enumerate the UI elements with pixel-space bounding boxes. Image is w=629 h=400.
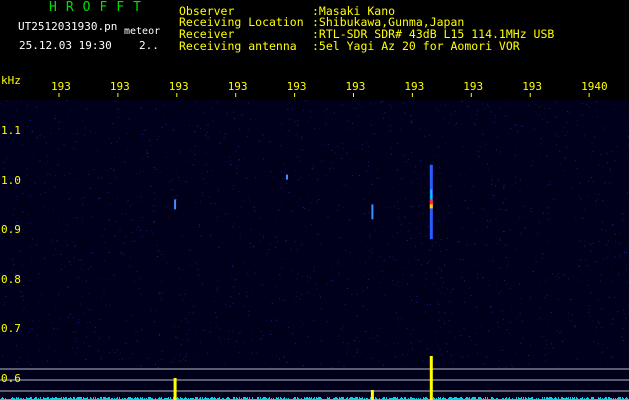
echo-peak-yellow [429, 204, 433, 209]
x-tick-label: 193 [404, 80, 425, 93]
x-tick-label: 193 [227, 80, 248, 93]
antenna-value: :5el Yagi Az 20 for Aomori VOR [312, 39, 520, 53]
x-tick-label: 193 [345, 80, 366, 93]
x-tick-label: 1940 [581, 80, 608, 93]
mode-label: meteor [124, 26, 161, 37]
echo-2 [285, 174, 288, 180]
echo-3 [371, 204, 374, 220]
x-tick-label: 193 [168, 80, 189, 93]
x-tick-label: 193 [109, 80, 130, 93]
spectrogram-canvas [0, 93, 629, 400]
file-name: UT2512031930.pn [18, 20, 118, 33]
date-time: 25.12.03 19:30 [19, 39, 112, 52]
y-tick-label: 0.9 [1, 223, 21, 237]
waterfall-background [0, 100, 629, 400]
spectrum-peak-1 [173, 378, 177, 400]
y-tick-label: 0.7 [1, 322, 21, 336]
spectrum-peak-2 [370, 390, 374, 400]
y-tick-label: 1.0 [1, 173, 21, 187]
y-tick-label: 0.8 [1, 272, 21, 286]
antenna-label: Receiving antenna [179, 39, 297, 53]
y-tick-label: 0.6 [1, 372, 21, 385]
spectrum-peak-0 [429, 356, 433, 400]
counter: 2.. [139, 39, 159, 52]
x-tick-label: 193 [522, 80, 543, 93]
x-tick-label: 193 [286, 80, 307, 93]
app-title: HROFFT [49, 0, 150, 15]
x-tick-label: 193 [51, 80, 71, 93]
x-tick-label: 193 [463, 80, 484, 93]
echo-1 [174, 199, 177, 210]
y-axis-unit: kHz [1, 74, 21, 87]
y-tick-label: 1.1 [1, 124, 21, 137]
